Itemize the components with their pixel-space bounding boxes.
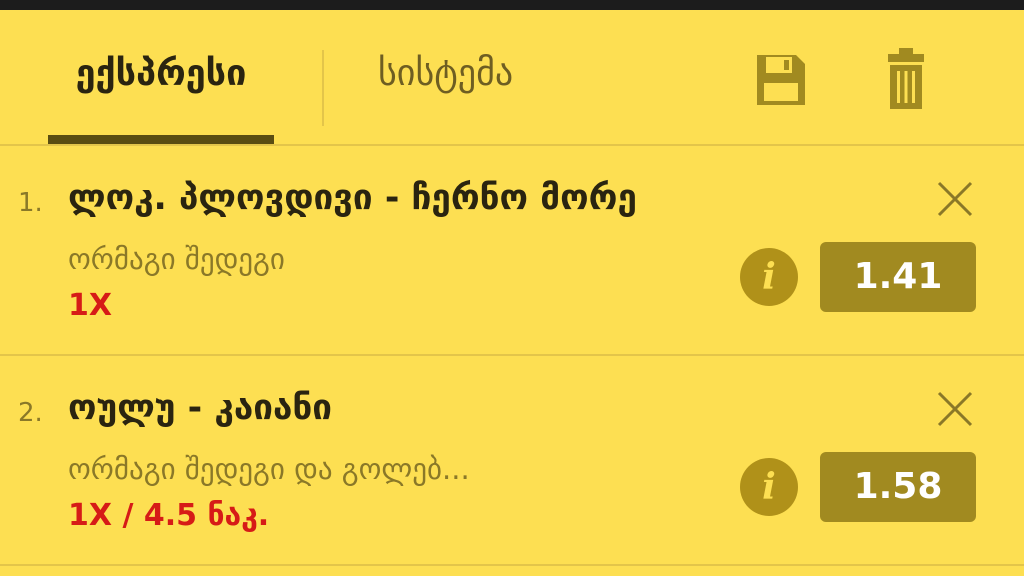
bet-number: 2. <box>18 398 43 428</box>
trash-icon <box>888 48 924 109</box>
active-tab-indicator <box>48 135 274 144</box>
save-icon <box>757 55 805 105</box>
close-icon <box>937 391 973 427</box>
info-icon: i <box>762 256 776 298</box>
info-button[interactable]: i <box>740 458 798 516</box>
info-icon: i <box>762 466 776 508</box>
close-icon <box>937 181 973 217</box>
bet-selection: 1X <box>68 288 113 323</box>
bet-market: ორმაგი შედეგი <box>68 242 285 276</box>
clear-all-button[interactable] <box>886 48 926 110</box>
bet-selection: 1X / 4.5 ნაკ. <box>68 498 270 533</box>
remove-bet-button[interactable] <box>936 180 974 218</box>
odds-button[interactable]: 1.41 <box>820 242 976 312</box>
remove-bet-button[interactable] <box>936 390 974 428</box>
bet-event-title: ლოკ. პლოვდივი - ჩერნო მორე <box>68 178 637 218</box>
odds-button[interactable]: 1.58 <box>820 452 976 522</box>
bet-number: 1. <box>18 188 43 218</box>
save-button[interactable] <box>755 53 807 107</box>
bet-item: 2. ოულუ - კაიანი ორმაგი შედეგი და გოლებ.… <box>0 356 1024 566</box>
top-status-bar <box>0 0 1024 10</box>
tab-divider <box>322 50 324 126</box>
tab-system[interactable]: სისტემა <box>378 10 513 144</box>
betslip-tabs: ექსპრესი სისტემა <box>0 10 1024 146</box>
bet-market: ორმაგი შედეგი და გოლებ... <box>68 452 470 486</box>
bet-event-title: ოულუ - კაიანი <box>68 388 332 428</box>
bet-item: 1. ლოკ. პლოვდივი - ჩერნო მორე ორმაგი შედ… <box>0 146 1024 356</box>
tab-express[interactable]: ექსპრესი <box>48 10 274 144</box>
info-button[interactable]: i <box>740 248 798 306</box>
